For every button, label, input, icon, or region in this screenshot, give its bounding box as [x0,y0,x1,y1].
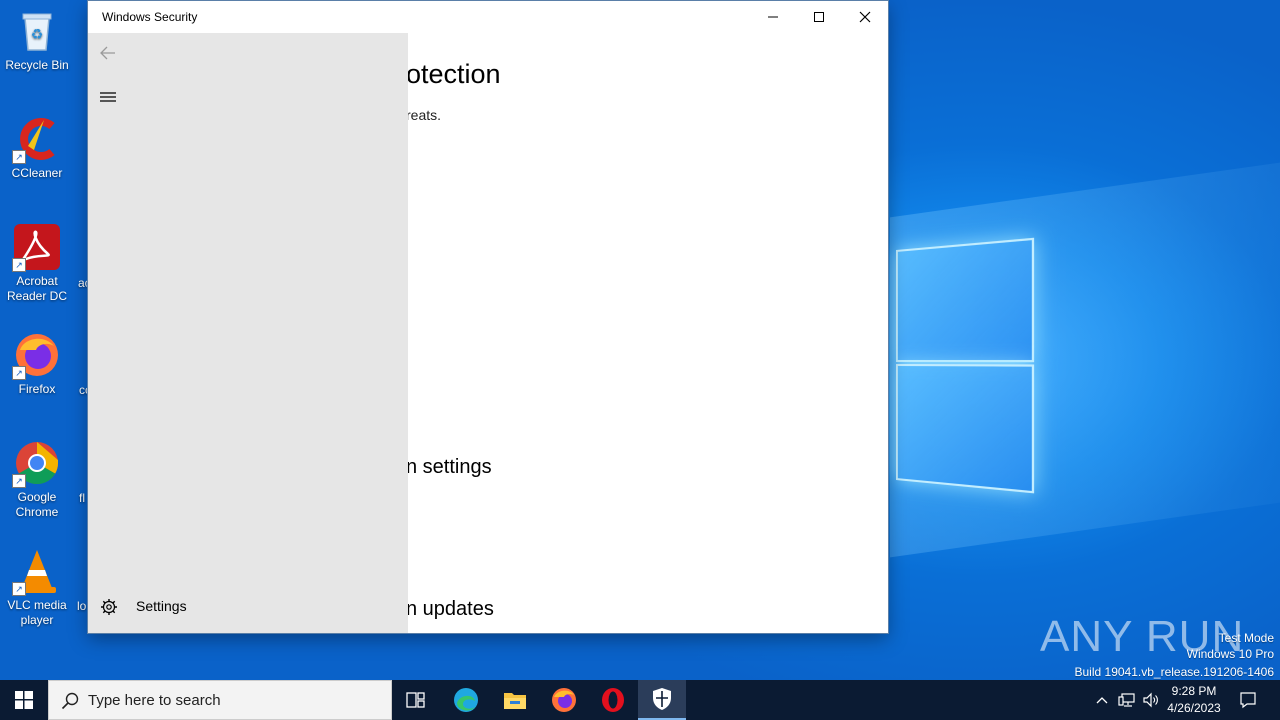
speaker-icon [1143,692,1158,708]
minimize-button[interactable] [750,1,796,33]
close-icon [859,11,871,23]
acrobat-icon: ↗ [12,224,60,272]
taskbar-edge[interactable] [442,680,490,720]
firefox-icon: ↗ [12,332,60,380]
windows-security-icon [653,688,671,710]
shortcut-arrow-icon: ↗ [12,258,26,272]
close-button[interactable] [842,1,888,33]
vlc-icon: ↗ [12,548,60,596]
navigation-pane: Settings [88,33,408,633]
nav-item-settings-label: Settings [136,598,187,614]
volume-button[interactable] [1140,680,1162,720]
taskbar-windows-security[interactable] [638,680,686,720]
shortcut-arrow-icon: ↗ [12,474,26,488]
desktop-icon-label: Firefox [18,382,56,396]
test-mode-label: Test Mode [1218,631,1274,645]
search-icon [61,692,79,710]
taskbar-search-box[interactable]: Type here to search [48,680,392,720]
taskbar-opera[interactable] [589,680,637,720]
partial-desktop-label: lo [77,599,87,613]
shortcut-arrow-icon: ↗ [12,582,26,596]
hamburger-menu-icon [100,92,116,102]
maximize-icon [814,12,824,22]
edge-icon [454,688,478,712]
maximize-button[interactable] [796,1,842,33]
show-hidden-icons-button[interactable] [1092,680,1112,720]
desktop-icon-chrome[interactable]: ↗ Google Chrome [1,440,73,520]
windows-start-icon [15,691,33,709]
desktop-icon-label: Recycle Bin [5,58,69,72]
window-title: Windows Security [102,10,198,24]
taskbar-clock[interactable]: 9:28 PM 4/26/2023 [1160,683,1228,717]
minimize-icon [768,16,778,18]
page-title: otection [406,59,501,89]
ccleaner-icon: ↗ [12,116,60,164]
file-explorer-icon [504,693,526,709]
desktop-icon-label: Acrobat Reader DC [6,274,68,303]
firefox-icon [552,688,576,712]
network-button[interactable] [1116,680,1138,720]
menu-button[interactable] [96,85,120,109]
nav-item-settings[interactable]: Settings [88,591,408,623]
page-subtitle: reats. [406,107,442,123]
svg-text:♻: ♻ [31,27,44,43]
wallpaper-windows-logo [896,227,1035,494]
desktop-icon-vlc[interactable]: ↗ VLC media player [1,548,73,628]
desktop-icon-recycle-bin[interactable]: ♻ Recycle Bin [1,8,73,73]
desktop-icon-ccleaner[interactable]: ↗ CCleaner [1,116,73,181]
shortcut-arrow-icon: ↗ [12,150,26,164]
task-view-button[interactable] [392,680,440,720]
desktop-icon-acrobat[interactable]: ↗ Acrobat Reader DC [1,224,73,304]
taskbar-file-explorer[interactable] [491,680,539,720]
section-updates-heading: n updates [406,598,494,620]
network-icon [1118,693,1135,707]
taskbar: Type here to search 9:28 PM 4/26/2023 [0,680,1280,720]
gear-icon [101,599,117,615]
build-label: Build 19041.vb_release.191206-1406 [1074,665,1275,679]
back-button[interactable] [96,41,120,65]
recycle-bin-icon: ♻ [14,8,60,54]
chrome-icon: ↗ [12,440,60,488]
windows-security-window: Windows Security otection reats. n setti… [88,1,888,633]
taskbar-firefox[interactable] [540,680,588,720]
desktop-icon-label: VLC media player [7,598,67,627]
clock-time: 9:28 PM [1171,684,1217,698]
desktop-icon-label: Google Chrome [15,490,59,519]
edition-label: Windows 10 Pro [1186,647,1274,661]
partial-desktop-label: fl [79,491,85,505]
notification-icon [1240,692,1256,709]
window-titlebar[interactable]: Windows Security [88,1,888,33]
shortcut-arrow-icon: ↗ [12,366,26,380]
action-center-button[interactable] [1234,680,1262,720]
task-view-icon [406,692,425,708]
back-arrow-icon [100,46,115,60]
search-placeholder: Type here to search [88,692,221,709]
section-settings-heading: n settings [406,456,492,478]
clock-date: 4/26/2023 [1167,701,1221,715]
desktop-icon-label: CCleaner [11,166,63,180]
desktop-icon-firefox[interactable]: ↗ Firefox [1,332,73,397]
chevron-up-icon [1096,697,1108,704]
opera-icon [602,688,624,712]
start-button[interactable] [0,680,48,720]
